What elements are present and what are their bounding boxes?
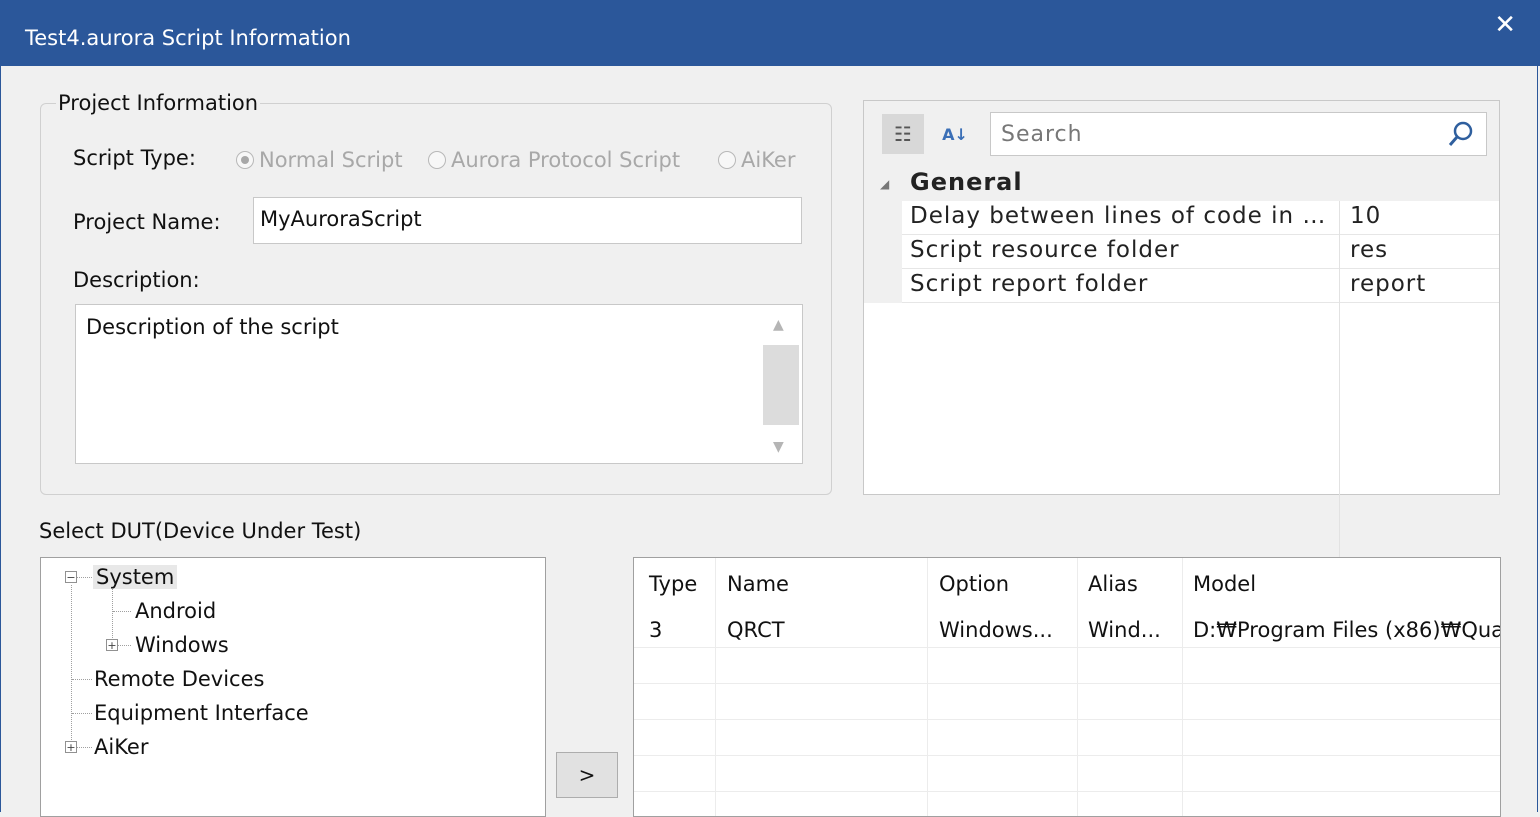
dut-tree[interactable]: − System Android + Windows Remote Device… — [40, 557, 546, 817]
search-icon[interactable] — [1446, 119, 1476, 149]
property-row[interactable]: Delay between lines of code in s... 10 — [902, 201, 1499, 235]
scroll-up-icon[interactable]: ▲ — [773, 317, 784, 333]
radio-aurora-protocol-script[interactable]: Aurora Protocol Script — [428, 148, 680, 172]
category-name: General — [910, 168, 1023, 196]
select-dut-label: Select DUT(Device Under Test) — [39, 519, 362, 543]
property-value[interactable]: res — [1350, 237, 1388, 263]
property-grid-margin — [864, 201, 902, 303]
table-cell-name[interactable]: QRCT — [727, 618, 922, 642]
description-label: Description: — [73, 268, 200, 292]
radio-unselected-icon — [718, 151, 736, 169]
category-general[interactable]: ◢ General — [864, 165, 1499, 201]
row-divider — [634, 791, 1500, 792]
row-divider — [634, 683, 1500, 684]
tree-node-android[interactable]: Android — [135, 599, 216, 623]
radio-label: AiKer — [741, 148, 796, 172]
scroll-down-icon[interactable]: ▼ — [773, 439, 784, 455]
tree-node-windows[interactable]: Windows — [135, 633, 229, 657]
column-header-model[interactable]: Model — [1193, 572, 1256, 596]
row-divider — [634, 647, 1500, 648]
project-name-input[interactable]: MyAuroraScript — [253, 197, 802, 244]
radio-aiker[interactable]: AiKer — [718, 148, 795, 172]
expand-icon[interactable]: + — [106, 639, 118, 651]
column-divider — [715, 558, 716, 816]
description-textarea[interactable]: Description of the script ▲ ▼ — [75, 304, 803, 464]
property-row[interactable]: Script report folder report — [902, 269, 1499, 303]
property-key: Script resource folder — [910, 237, 1180, 263]
scroll-thumb[interactable] — [763, 345, 799, 425]
column-divider — [927, 558, 928, 816]
tree-node-aiker[interactable]: AiKer — [94, 735, 148, 759]
column-divider — [1077, 558, 1078, 816]
title-bar: Test4.aurora Script Information ✕ — [0, 0, 1540, 66]
project-name-label: Project Name: — [73, 210, 221, 234]
dut-table[interactable]: Type Name Option Alias Model 3 QRCT Wind… — [633, 557, 1501, 817]
table-cell-model[interactable]: D:₩Program Files (x86)₩Qua — [1193, 618, 1500, 642]
column-header-option[interactable]: Option — [939, 572, 1009, 596]
tree-line — [113, 611, 131, 612]
tree-line — [72, 713, 92, 714]
radio-unselected-icon — [428, 151, 446, 169]
add-dut-button[interactable]: > — [556, 752, 618, 798]
script-type-label: Script Type: — [73, 146, 196, 170]
property-value[interactable]: report — [1350, 271, 1426, 297]
column-header-name[interactable]: Name — [727, 572, 789, 596]
table-cell-type[interactable]: 3 — [649, 618, 709, 642]
description-text: Description of the script — [86, 315, 339, 339]
tree-line — [72, 679, 92, 680]
column-header-type[interactable]: Type — [649, 572, 697, 596]
expand-icon[interactable]: + — [65, 741, 77, 753]
row-divider — [634, 755, 1500, 756]
alphabetical-sort-icon[interactable]: A↓ — [934, 114, 976, 154]
table-cell-alias[interactable]: Wind... — [1088, 618, 1180, 642]
row-divider — [634, 719, 1500, 720]
search-placeholder: Search — [1001, 122, 1083, 147]
tree-node-equipment-interface[interactable]: Equipment Interface — [94, 701, 309, 725]
description-scrollbar[interactable]: ▲ ▼ — [763, 313, 799, 457]
property-grid-column-divider[interactable] — [1339, 201, 1340, 594]
tree-node-system[interactable]: System — [93, 565, 178, 589]
collapse-icon[interactable]: − — [65, 571, 77, 583]
property-row[interactable]: Script resource folder res — [902, 235, 1499, 269]
radio-label: Aurora Protocol Script — [451, 148, 681, 172]
tree-node-remote-devices[interactable]: Remote Devices — [94, 667, 264, 691]
radio-normal-script[interactable]: Normal Script — [236, 148, 403, 172]
property-grid: ☷ A↓ Search ◢ General Delay between line… — [863, 100, 1500, 594]
property-value[interactable]: 10 — [1350, 203, 1381, 229]
property-key: Script report folder — [910, 271, 1149, 297]
tree-line — [112, 586, 113, 646]
close-icon[interactable]: ✕ — [1494, 10, 1516, 40]
radio-label: Normal Script — [259, 148, 403, 172]
column-header-alias[interactable]: Alias — [1088, 572, 1138, 596]
categorized-view-icon[interactable]: ☷ — [882, 114, 924, 154]
property-search-box[interactable]: Search — [990, 112, 1487, 156]
column-divider — [1182, 558, 1183, 816]
property-key: Delay between lines of code in s... — [910, 203, 1335, 229]
property-grid-toolbar: ☷ A↓ Search — [864, 101, 1499, 165]
project-information-title: Project Information — [56, 91, 261, 115]
collapse-triangle-icon[interactable]: ◢ — [880, 177, 889, 191]
tree-line — [71, 585, 72, 748]
table-cell-option[interactable]: Windows... — [939, 618, 1074, 642]
radio-selected-icon — [236, 151, 254, 169]
window-title: Test4.aurora Script Information — [25, 26, 351, 50]
